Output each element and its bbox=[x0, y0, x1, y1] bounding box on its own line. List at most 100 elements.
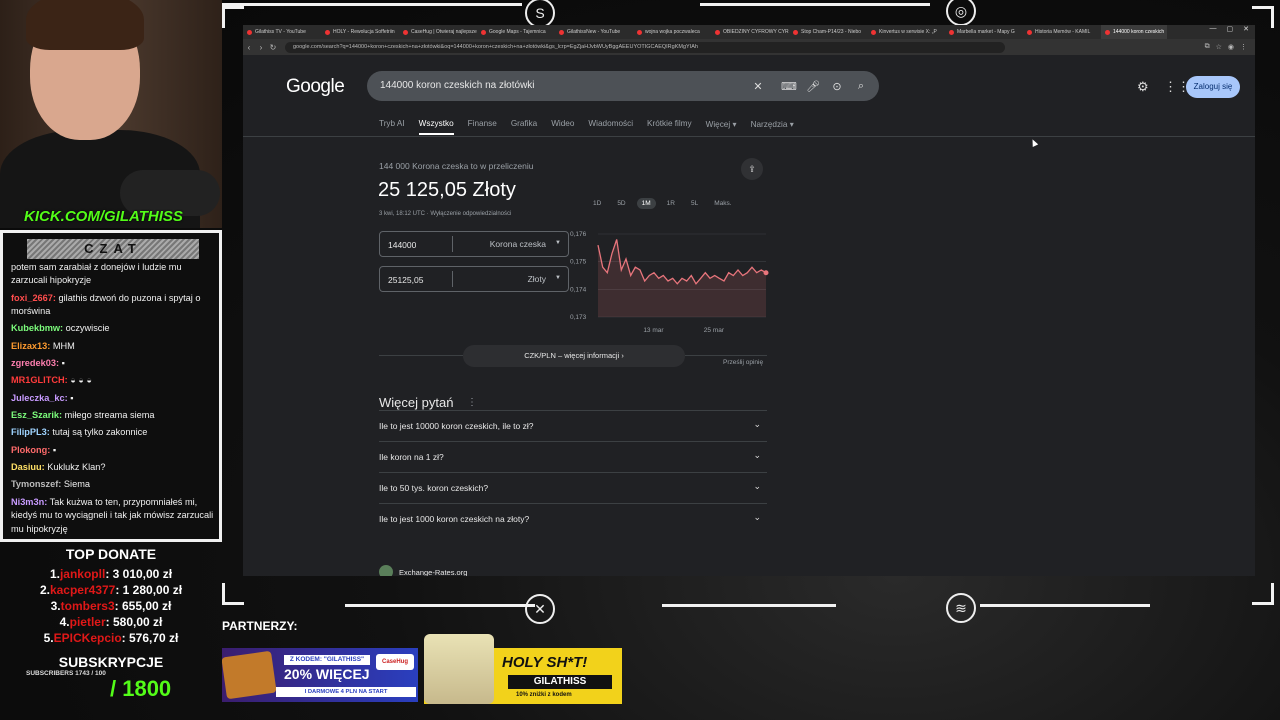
chevron-down-icon[interactable]: ▼ bbox=[555, 240, 561, 246]
chat-username[interactable]: foxi_2667: bbox=[11, 293, 56, 303]
profile-icon[interactable]: ◉ bbox=[1228, 43, 1234, 51]
search-icon[interactable]: ⌕ bbox=[852, 77, 870, 95]
chat-username[interactable]: Ni3m3n: bbox=[11, 497, 47, 507]
extensions-icon[interactable]: ⧉ bbox=[1205, 43, 1210, 51]
chat-username[interactable]: MR1GLITCH: bbox=[11, 375, 68, 385]
faq-question[interactable]: Ile to jest 10000 koron czeskich, ile to… bbox=[379, 421, 534, 431]
chat-username[interactable]: Plokong: bbox=[11, 445, 50, 455]
tab-title[interactable]: Historia Memów - KAMIL bbox=[1035, 25, 1090, 39]
tab-4[interactable]: Wideo bbox=[551, 119, 574, 135]
maximize-icon[interactable]: ▢ bbox=[1227, 25, 1234, 39]
faq-question[interactable]: Ile to jest 1000 koron czeskich na złoty… bbox=[379, 514, 529, 524]
minimize-icon[interactable]: — bbox=[1210, 25, 1217, 39]
faq-question[interactable]: Ile koron na 1 zł? bbox=[379, 452, 444, 462]
range-tab-1m[interactable]: 1M bbox=[636, 198, 656, 209]
clear-icon[interactable]: ✕ bbox=[749, 77, 767, 95]
chevron-down-icon[interactable]: ⌄ bbox=[753, 481, 761, 492]
tab-title[interactable]: CaseHug | Otwieraj najlepsze bbox=[411, 25, 477, 39]
browser-tab[interactable]: HOLY - Rewolucja Soffetriin bbox=[321, 25, 399, 39]
source-name[interactable]: Exchange-Rates.org bbox=[399, 568, 467, 577]
settings-gear-icon[interactable]: ⚙ bbox=[1137, 79, 1149, 95]
tab-title[interactable]: Gilathiss TV - YouTube bbox=[255, 25, 306, 39]
more-options-icon[interactable]: ⋮ bbox=[467, 397, 477, 408]
browser-tab[interactable]: 144000 koron czeskich bbox=[1101, 25, 1167, 39]
chat-username[interactable]: Esz_Szarik: bbox=[11, 410, 62, 420]
chevron-down-icon[interactable]: ⌄ bbox=[753, 419, 761, 430]
menu-icon[interactable]: ⋮ bbox=[1240, 43, 1247, 51]
browser-tab[interactable]: GilathissNew - YouTube bbox=[555, 25, 633, 39]
browser-tab[interactable]: Historia Memów - KAMIL bbox=[1023, 25, 1101, 39]
to-amount-field[interactable]: 25125,05 Złoty ▼ bbox=[379, 266, 569, 292]
login-button[interactable]: Zaloguj się bbox=[1186, 76, 1240, 98]
from-amount-field[interactable]: 144000 Korona czeska ▼ bbox=[379, 231, 569, 257]
browser-tab[interactable]: wojna wojka poczwaleca bbox=[633, 25, 711, 39]
chevron-down-icon[interactable]: ▼ bbox=[555, 275, 561, 281]
tab-3[interactable]: Grafika bbox=[511, 119, 537, 135]
range-tab-maks.[interactable]: Maks. bbox=[709, 198, 736, 209]
tab-title[interactable]: Stop Cham-P14/23 - Niebo bbox=[801, 25, 861, 39]
tab-title[interactable]: HOLY - Rewolucja Soffetriin bbox=[333, 25, 395, 39]
tab-title[interactable]: 144000 koron czeskich bbox=[1113, 25, 1164, 39]
faq-item[interactable]: Ile koron na 1 zł? ⌄ bbox=[379, 441, 767, 472]
chat-username[interactable]: FilipPL3: bbox=[11, 427, 50, 437]
tab-8[interactable]: Narzędzia ▾ bbox=[751, 119, 794, 135]
browser-tab[interactable]: Stop Cham-P14/23 - Niebo bbox=[789, 25, 867, 39]
close-window-icon[interactable]: ✕ bbox=[1243, 25, 1249, 39]
browser-tab[interactable]: OBIEDZINY CYFROWY CYRK bbox=[711, 25, 789, 39]
chat-username[interactable]: Tymonszef: bbox=[11, 479, 61, 489]
tab-title[interactable]: Kinvertus w serwisie X: „P bbox=[879, 25, 937, 39]
tab-title[interactable]: GilathissNew - YouTube bbox=[567, 25, 620, 39]
browser-tab[interactable]: Gilathiss TV - YouTube bbox=[243, 25, 321, 39]
source-link[interactable]: Exchange-Rates.org bbox=[379, 565, 467, 576]
range-tab-5l[interactable]: 5L bbox=[686, 198, 703, 209]
chat-username[interactable]: Juleczka_kc: bbox=[11, 393, 68, 403]
feedback-link[interactable]: Prześlij opinię bbox=[723, 359, 763, 366]
more-info-button[interactable]: CZK/PLN – więcej informacji › bbox=[463, 345, 685, 367]
microphone-icon[interactable]: 🎤︎ bbox=[804, 77, 822, 95]
bookmark-icon[interactable]: ☆ bbox=[1216, 43, 1222, 51]
tab-1[interactable]: Wszystko bbox=[418, 119, 454, 135]
lens-icon[interactable]: ⊙ bbox=[828, 77, 846, 95]
tab-6[interactable]: Krótkie filmy bbox=[647, 119, 692, 135]
tab-title[interactable]: Google Maps - Tajemnica bbox=[489, 25, 546, 39]
chevron-down-icon[interactable]: ⌄ bbox=[753, 512, 761, 523]
range-tab-1d[interactable]: 1D bbox=[588, 198, 606, 209]
range-tab-1r[interactable]: 1R bbox=[662, 198, 680, 209]
chevron-down-icon[interactable]: ⌄ bbox=[753, 450, 761, 461]
screen: S ◎ ✕ ≋ KICK.COM/GILATHISS CZAT potem sa… bbox=[0, 0, 1280, 720]
tab-0[interactable]: Tryb AI bbox=[379, 119, 405, 135]
more-info-label[interactable]: CZK/PLN – więcej informacji bbox=[524, 351, 619, 360]
faq-item[interactable]: Ile to jest 10000 koron czeskich, ile to… bbox=[379, 410, 767, 441]
tab-5[interactable]: Wiadomości bbox=[588, 119, 633, 135]
browser-tab[interactable]: Kinvertus w serwisie X: „P bbox=[867, 25, 945, 39]
tab-title[interactable]: Marbella market - Mapy G bbox=[957, 25, 1015, 39]
share-icon[interactable]: ⇪ bbox=[741, 158, 763, 180]
browser-tab[interactable]: Google Maps - Tajemnica bbox=[477, 25, 555, 39]
tab-2[interactable]: Finanse bbox=[468, 119, 497, 135]
reload-icon[interactable]: ↻ bbox=[267, 43, 279, 52]
chat-username[interactable]: zgredek03: bbox=[11, 358, 59, 368]
chat-username[interactable]: Elizax13: bbox=[11, 341, 50, 351]
keyboard-icon[interactable]: ⌨ bbox=[780, 77, 798, 95]
tab-title[interactable]: OBIEDZINY CYFROWY CYRK bbox=[723, 25, 789, 39]
chat-username[interactable]: Kubekbmw: bbox=[11, 323, 63, 333]
tab-title[interactable]: wojna wojka poczwaleca bbox=[645, 25, 700, 39]
from-value[interactable]: 144000 bbox=[388, 240, 416, 250]
from-currency-select[interactable]: Korona czeska bbox=[490, 239, 546, 249]
to-currency-select[interactable]: Złoty bbox=[528, 274, 546, 284]
address-bar[interactable]: google.com/search?q=144000+koron+czeskic… bbox=[285, 41, 1005, 53]
browser-tab[interactable]: Marbella market - Mapy G bbox=[945, 25, 1023, 39]
search-input[interactable]: 144000 koron czeskich na złotówki ✕ ⌨ 🎤︎… bbox=[367, 71, 879, 101]
forward-icon[interactable]: › bbox=[255, 43, 267, 52]
tab-7[interactable]: Więcej ▾ bbox=[706, 119, 737, 135]
to-value[interactable]: 25125,05 bbox=[388, 275, 423, 285]
faq-question[interactable]: Ile to 50 tys. koron czeskich? bbox=[379, 483, 488, 493]
search-query[interactable]: 144000 koron czeskich na złotówki bbox=[380, 80, 535, 91]
chat-username[interactable]: Dasiuu: bbox=[11, 462, 45, 472]
browser-tab[interactable]: CaseHug | Otwieraj najlepsze bbox=[399, 25, 477, 39]
back-icon[interactable]: ‹ bbox=[243, 43, 255, 52]
faq-item[interactable]: Ile to 50 tys. koron czeskich? ⌄ bbox=[379, 472, 767, 503]
range-tab-5d[interactable]: 5D bbox=[612, 198, 630, 209]
google-logo[interactable]: Google bbox=[286, 76, 345, 98]
faq-item[interactable]: Ile to jest 1000 koron czeskich na złoty… bbox=[379, 503, 767, 534]
